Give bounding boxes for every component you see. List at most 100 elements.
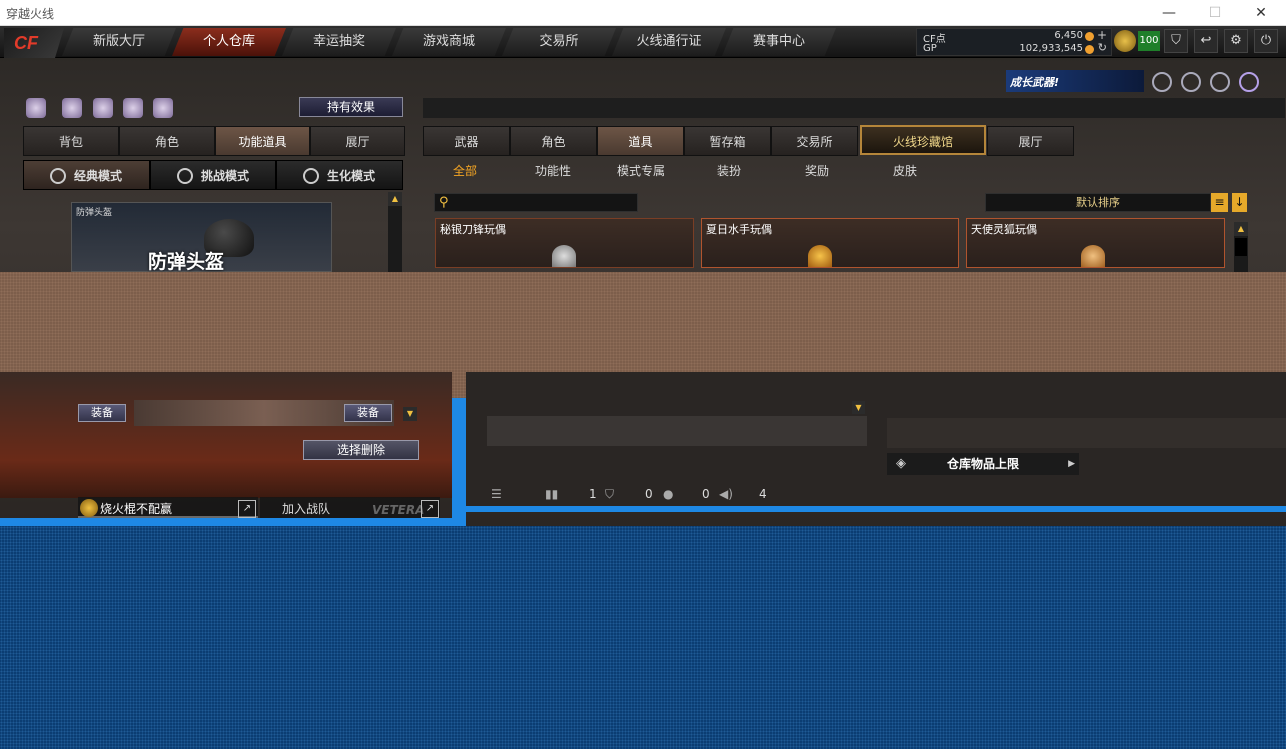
preview-title: 防弹头盔 [148, 251, 225, 273]
challenge-mode-icon [177, 168, 193, 184]
right-tab-showroom[interactable]: 展厅 [987, 126, 1074, 156]
right-tab-storage[interactable]: 暂存箱 [684, 126, 771, 156]
window-border [0, 518, 466, 526]
window-titlebar: 穿越火线 — ☐ ✕ [0, 0, 1286, 26]
nav-tab-shop[interactable]: 游戏商城 [392, 28, 506, 56]
classic-mode-icon [50, 168, 66, 184]
status-bar: ☰ ▮▮ 1 ⛉ 0 ● 0 ◀) 4 [487, 485, 787, 503]
gp-value: 102,933,545 [1019, 43, 1083, 54]
zombie-mode-icon [303, 168, 319, 184]
left-tab-character[interactable]: 角色 [119, 126, 215, 156]
minimize-button[interactable]: — [1146, 0, 1192, 26]
mode-challenge[interactable]: 挑战模式 [150, 160, 276, 190]
key-icon[interactable] [26, 98, 46, 118]
desktop-background [0, 526, 1286, 749]
close-button[interactable]: ✕ [1238, 0, 1284, 26]
warehouse-limit-button[interactable]: ◈ 仓库物品上限 ▶ [887, 453, 1079, 475]
items-scrollbar[interactable]: ▲ [1234, 222, 1248, 272]
bottles-icon: ▮▮ [545, 487, 559, 501]
ranking-icon[interactable] [62, 98, 82, 118]
item-card[interactable]: 夏日水手玩偶 [701, 218, 959, 268]
clan-bar[interactable]: 烧火棍不配赢 [78, 497, 258, 519]
mouse-icon[interactable] [153, 98, 173, 118]
speaker-icon[interactable]: ◀) [719, 487, 733, 501]
search-icon: ⚲ [439, 195, 449, 210]
scroll-thumb[interactable] [1235, 238, 1247, 256]
join-link-icon[interactable]: ↗ [421, 500, 439, 518]
clan-badge-icon [80, 499, 98, 517]
doll-icon [552, 245, 576, 267]
dropdown-arrow-icon[interactable]: ▼ [852, 401, 865, 414]
add-cf-icon[interactable]: + [1097, 28, 1107, 42]
window-border [452, 398, 466, 526]
item-preview[interactable]: 防弹头盔 防弹头盔 [71, 202, 332, 273]
left-tab-backpack[interactable]: 背包 [23, 126, 119, 156]
select-delete-button[interactable]: 选择删除 [303, 440, 419, 460]
subtab-rewards[interactable]: 奖励 [773, 160, 861, 182]
globe-icon[interactable] [1181, 72, 1201, 92]
scroll-up-icon[interactable]: ▲ [388, 192, 402, 206]
maximize-button[interactable]: ☐ [1192, 0, 1238, 26]
power-icon[interactable]: ⏻ [1254, 29, 1278, 53]
refresh-icon[interactable]: ↻ [1098, 41, 1107, 54]
top-navbar: CF 新版大厅 个人仓库 幸运抽奖 游戏商城 交易所 火线通行证 赛事中心 CF… [0, 26, 1286, 58]
clan-link-icon[interactable]: ↗ [238, 500, 256, 518]
brush-icon[interactable] [123, 98, 143, 118]
spark-icon[interactable] [1210, 72, 1230, 92]
subtab-skins[interactable]: 皮肤 [861, 160, 949, 182]
nav-tab-lottery[interactable]: 幸运抽奖 [282, 28, 396, 56]
shield-icon[interactable]: ⛉ [1164, 29, 1188, 53]
growth-weapon-banner[interactable]: 成长武器! [1006, 70, 1144, 92]
list-icon[interactable]: ☰ [491, 487, 502, 501]
recycle-icon[interactable] [93, 98, 113, 118]
search-input[interactable]: ⚲ [434, 193, 638, 212]
gp-label: GP [923, 43, 937, 54]
chevron-right-icon: ▶ [1068, 459, 1075, 469]
list-view-icon[interactable]: ≡ [1211, 193, 1228, 212]
equip-button[interactable]: 装备 [78, 404, 126, 422]
mode-classic[interactable]: 经典模式 [23, 160, 150, 190]
item-card[interactable]: 天使灵狐玩偶 [966, 218, 1225, 268]
owned-effects-button[interactable]: 持有效果 [299, 97, 403, 117]
subtab-functional[interactable]: 功能性 [509, 160, 597, 182]
doll-icon [808, 245, 832, 267]
right-tab-collection[interactable]: 火线珍藏馆 [860, 125, 986, 155]
info-bar [423, 98, 1285, 118]
w-logo-icon[interactable] [1239, 72, 1259, 92]
scroll-up-icon[interactable]: ▲ [1234, 222, 1248, 236]
right-tab-character[interactable]: 角色 [510, 126, 597, 156]
subtab-all[interactable]: 全部 [421, 160, 509, 182]
left-tab-function-items[interactable]: 功能道具 [215, 126, 310, 156]
left-tab-showroom[interactable]: 展厅 [310, 126, 405, 156]
equip-button[interactable]: 装备 [344, 404, 392, 422]
mode-zombie[interactable]: 生化模式 [276, 160, 403, 190]
nav-tab-lobby[interactable]: 新版大厅 [62, 28, 176, 56]
nav-tab-warehouse[interactable]: 个人仓库 [172, 28, 286, 56]
subtab-cosmetic[interactable]: 装扮 [685, 160, 773, 182]
item-name: 天使灵狐玩偶 [971, 223, 1037, 236]
gp-coin-icon [1085, 45, 1094, 54]
right-tab-items[interactable]: 道具 [597, 126, 684, 156]
nav-tab-pass[interactable]: 火线通行证 [612, 28, 726, 56]
veteran-label: VETERA [372, 503, 425, 517]
badge-icon[interactable] [1152, 72, 1172, 92]
sort-dropdown[interactable]: 默认排序 [985, 193, 1211, 212]
speaker-volume: 4 [759, 487, 767, 501]
chat-icon: ● [663, 487, 674, 501]
nav-tab-exchange[interactable]: 交易所 [502, 28, 616, 56]
nav-tab-events[interactable]: 赛事中心 [722, 28, 836, 56]
gear-icon[interactable]: ⚙ [1224, 29, 1248, 53]
left-scrollbar[interactable]: ▲ [388, 192, 402, 272]
return-icon[interactable]: ↩ [1194, 29, 1218, 53]
subtab-mode-exclusive[interactable]: 模式专属 [597, 160, 685, 182]
cf-points-value: 6,450 [1054, 30, 1083, 41]
sort-direction-icon[interactable]: ↓ [1232, 193, 1247, 212]
rank-icon[interactable] [1114, 30, 1136, 52]
right-tab-exchange[interactable]: 交易所 [771, 126, 858, 156]
cf-logo: CF [4, 28, 64, 58]
shield-count: 0 [645, 487, 653, 501]
dropdown-arrow-icon[interactable]: ▼ [403, 407, 417, 421]
level-badge: 100 [1138, 31, 1160, 51]
item-card[interactable]: 秘银刀锋玩偶 [435, 218, 694, 268]
right-tab-weapons[interactable]: 武器 [423, 126, 510, 156]
